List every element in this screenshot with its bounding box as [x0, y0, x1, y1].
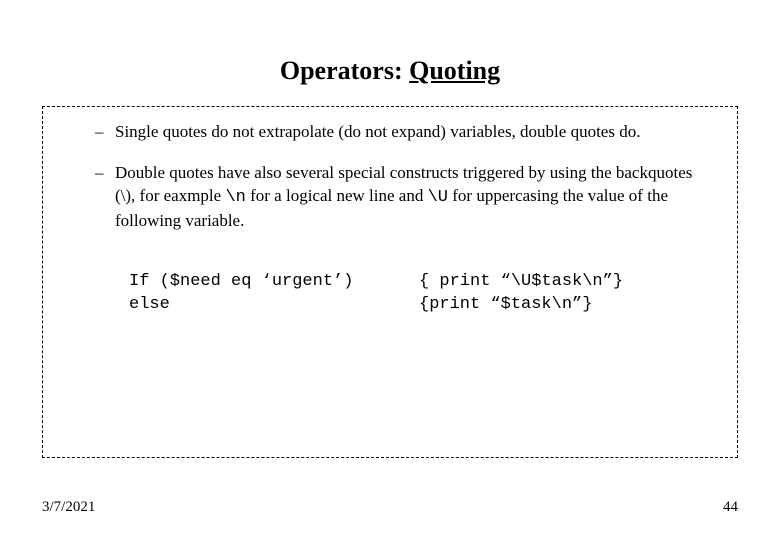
inline-code: \U: [428, 188, 448, 207]
bullet-item: – Double quotes have also several specia…: [95, 162, 713, 233]
code-column-right: { print “\U$task\n”} {print “$task\n”}: [419, 271, 713, 317]
inline-code: \n: [225, 188, 245, 207]
bullet-item: – Single quotes do not extrapolate (do n…: [95, 121, 713, 144]
code-line: If ($need eq ‘urgent’): [129, 271, 419, 294]
bullet-text-part: for a logical new line and: [246, 186, 428, 205]
slide: Operators: Quoting – Single quotes do no…: [0, 0, 780, 540]
content-box: – Single quotes do not extrapolate (do n…: [42, 106, 738, 458]
bullet-text: Double quotes have also several special …: [115, 162, 713, 233]
title-underlined: Quoting: [409, 56, 500, 85]
code-block: If ($need eq ‘urgent’) else { print “\U$…: [129, 271, 713, 317]
slide-title: Operators: Quoting: [0, 0, 780, 86]
code-line: {print “$task\n”}: [419, 294, 713, 317]
footer-date: 3/7/2021: [42, 499, 95, 516]
bullet-dash: –: [95, 162, 115, 233]
bullet-dash: –: [95, 121, 115, 144]
bullet-text: Single quotes do not extrapolate (do not…: [115, 121, 713, 144]
footer: 3/7/2021 44: [42, 499, 738, 516]
footer-page: 44: [723, 499, 738, 516]
code-line: else: [129, 294, 419, 317]
code-column-left: If ($need eq ‘urgent’) else: [129, 271, 419, 317]
title-main: Operators:: [280, 56, 409, 85]
code-line: { print “\U$task\n”}: [419, 271, 713, 294]
